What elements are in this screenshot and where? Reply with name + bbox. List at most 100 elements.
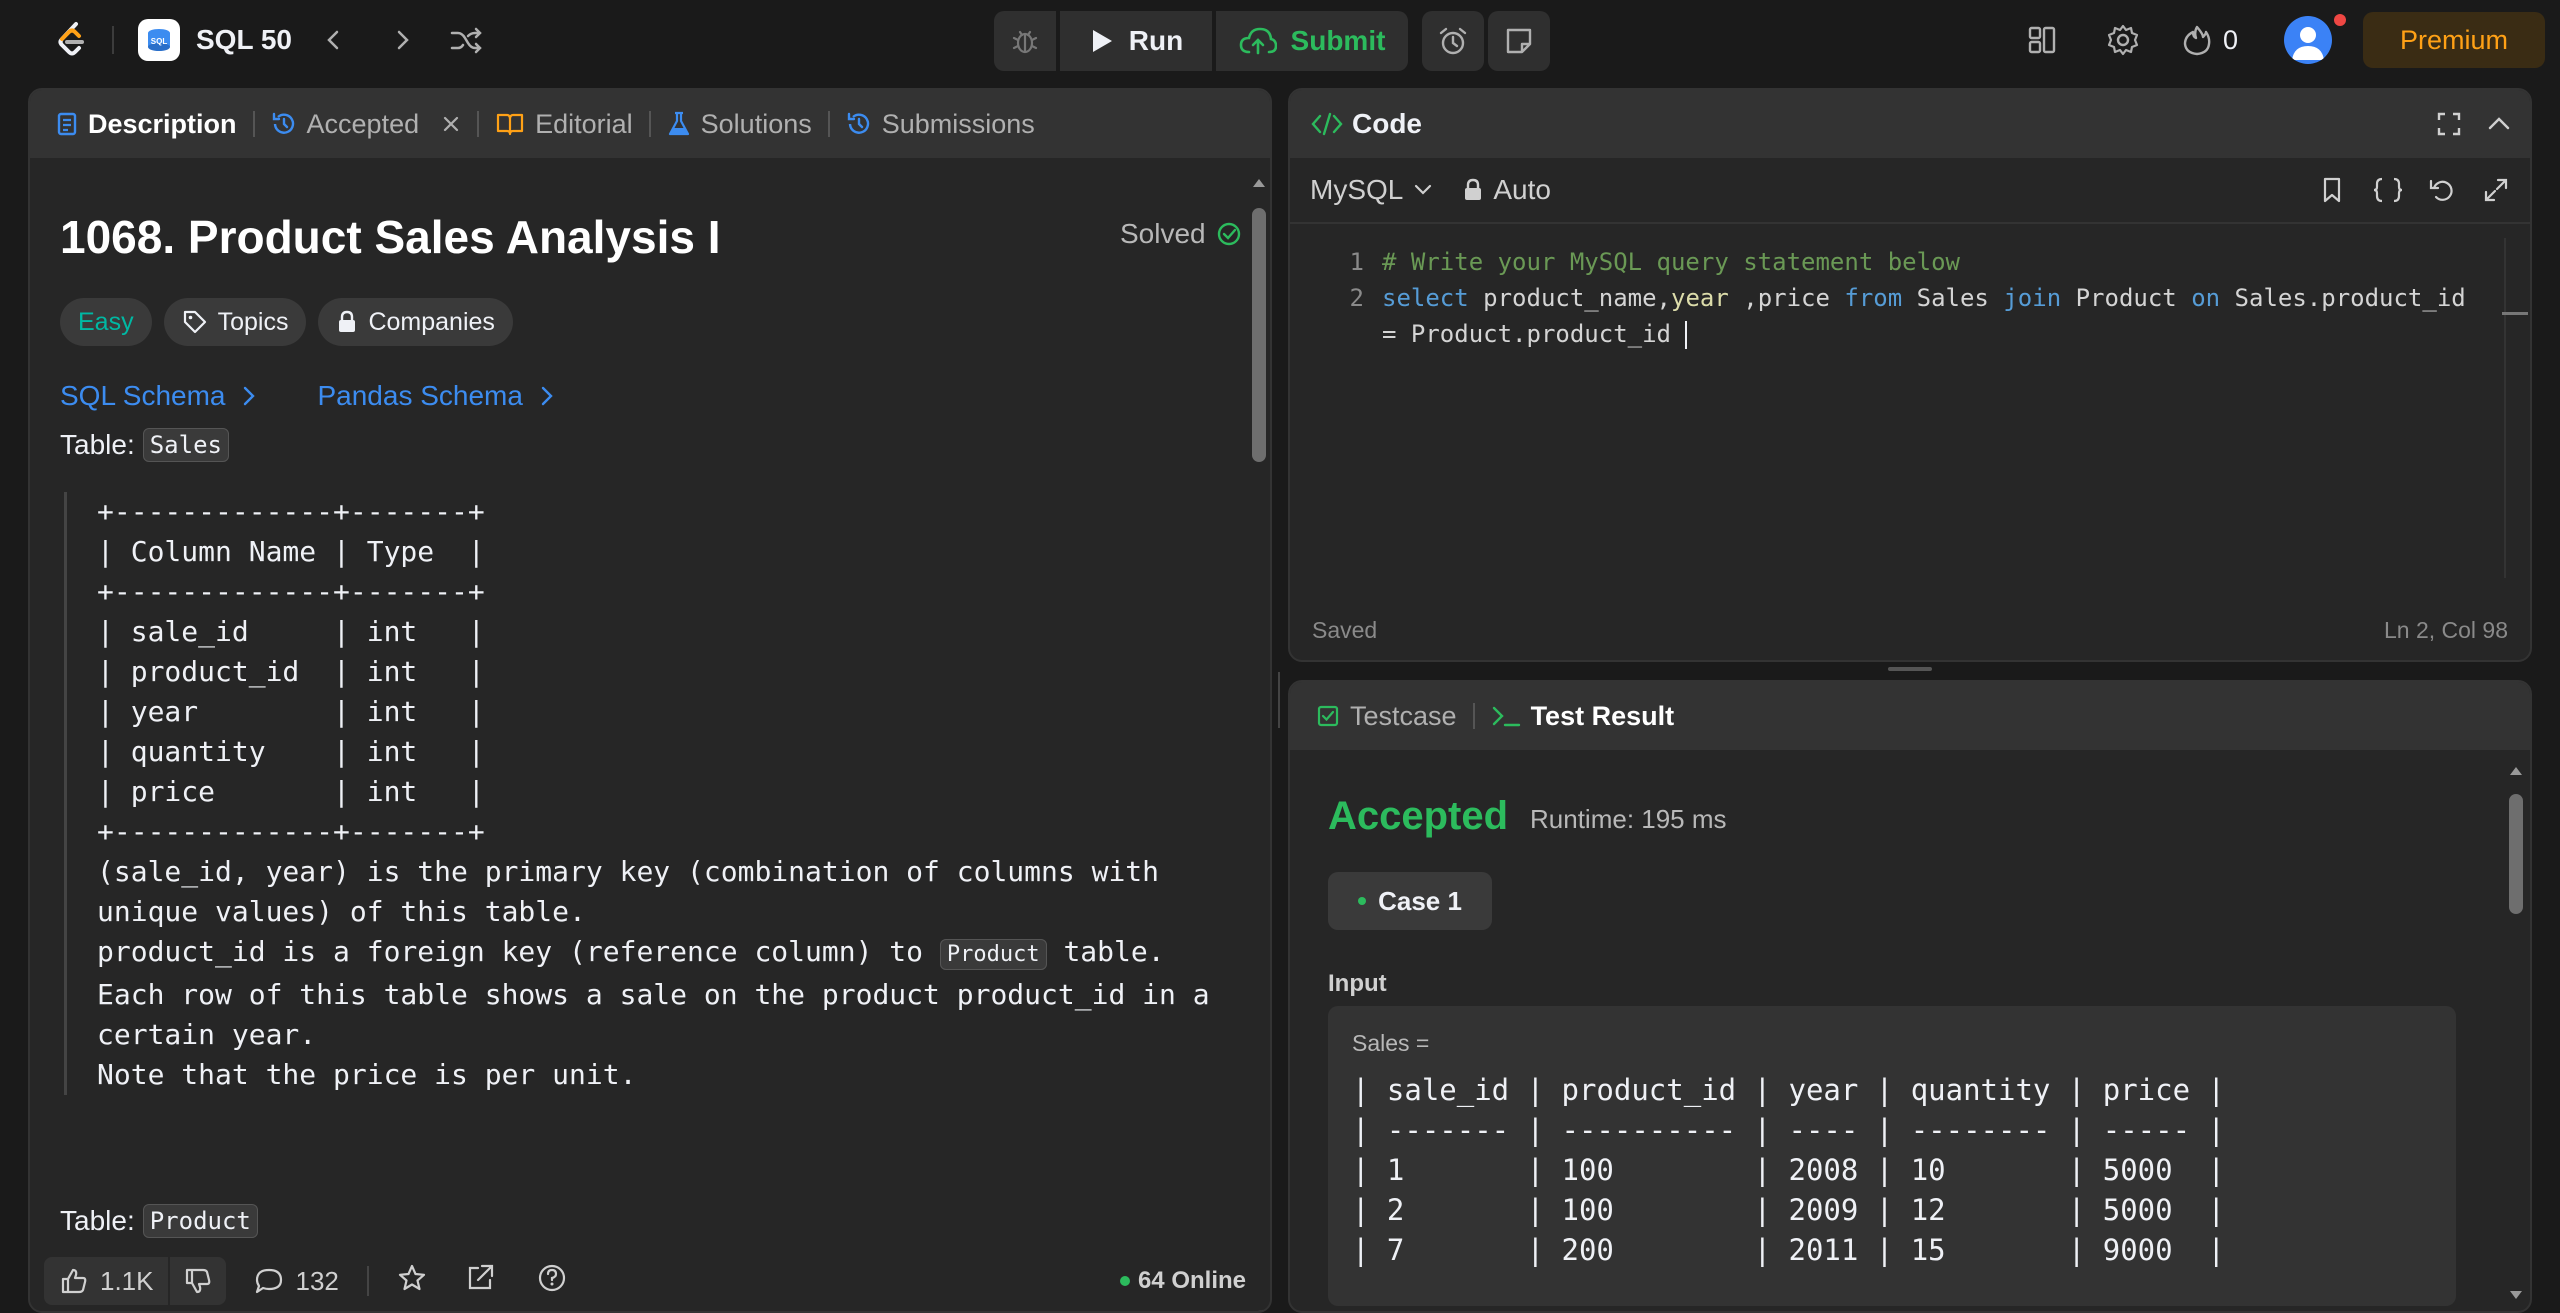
problem-title[interactable]: 1068. Product Sales Analysis I xyxy=(60,210,721,264)
problem-list-link[interactable]: SQL SQL 50 xyxy=(138,18,292,62)
runtime-label: Runtime: 195 ms xyxy=(1530,804,1727,834)
debug-button[interactable] xyxy=(994,11,1056,71)
pandas-schema-link[interactable]: Pandas Schema xyxy=(317,380,554,412)
tab-testcase-label: Testcase xyxy=(1350,700,1457,731)
input-row: | 2 | 100 | 2009 | 12 | 5000 | xyxy=(1352,1193,2225,1227)
schema-line: | quantity | int | xyxy=(97,735,485,768)
problem-tags: Easy Topics Companies xyxy=(60,298,513,346)
companies-button[interactable]: Companies xyxy=(318,298,513,346)
table-prefix: Table: xyxy=(60,1205,135,1236)
table-product-label: Table: Product xyxy=(60,1204,258,1238)
input-box: Sales = | sale_id | product_id | year | … xyxy=(1328,1006,2456,1306)
help-button[interactable] xyxy=(537,1263,567,1300)
vertical-resize-handle[interactable] xyxy=(1278,672,1280,728)
pandas-schema-label: Pandas Schema xyxy=(317,380,523,411)
leetcode-logo-icon[interactable] xyxy=(52,20,92,60)
notes-button[interactable] xyxy=(1488,11,1550,71)
scroll-thumb[interactable] xyxy=(2509,794,2523,914)
tab-accepted[interactable]: Accepted xyxy=(271,90,462,158)
prev-problem-button[interactable] xyxy=(314,20,354,60)
schema-line: | product_id | int | xyxy=(97,655,485,688)
alarm-clock-icon xyxy=(1439,27,1467,55)
random-problem-button[interactable] xyxy=(446,20,486,60)
code-editor[interactable]: 1 # Write your MySQL query statement bel… xyxy=(1290,226,2530,646)
code-panel-title: Code xyxy=(1352,108,1422,139)
code-line-comment: # Write your MySQL query statement below xyxy=(1382,248,1960,276)
note-line: Note that the price is per unit. xyxy=(97,1058,637,1091)
input-heading: Input xyxy=(1328,970,1387,997)
timer-button[interactable] xyxy=(1422,11,1484,71)
code-token: from xyxy=(1844,284,1903,312)
settings-button[interactable] xyxy=(2103,20,2143,60)
schema-line: | year | int | xyxy=(97,695,485,728)
favorite-button[interactable] xyxy=(397,1263,427,1300)
bookmark-icon[interactable] xyxy=(2320,176,2344,204)
premium-button[interactable]: Premium xyxy=(2363,12,2545,68)
code-token: = Product.product_id xyxy=(1382,320,1686,348)
like-button[interactable]: 1.1K xyxy=(44,1266,168,1297)
code-token: on xyxy=(2191,284,2221,312)
topics-button[interactable]: Topics xyxy=(163,298,307,346)
result-scrollbar[interactable] xyxy=(2506,764,2526,1310)
thumbs-up-icon xyxy=(61,1268,87,1294)
schema-line: | price | int | xyxy=(97,775,485,808)
case-1-tab[interactable]: Case 1 xyxy=(1328,872,1492,930)
panel-resize-handle[interactable] xyxy=(1888,667,1932,671)
submit-label: Submit xyxy=(1290,25,1386,56)
description-footer: 1.1K 132 64 Online xyxy=(30,1251,1270,1311)
share-button[interactable] xyxy=(465,1263,495,1300)
collapse-icon[interactable] xyxy=(2486,111,2512,137)
auto-mode-toggle[interactable]: Auto xyxy=(1463,174,1551,206)
scroll-thumb[interactable] xyxy=(1252,208,1266,462)
tab-solutions[interactable]: Solutions xyxy=(667,90,812,158)
streak-counter[interactable]: 0 xyxy=(2183,20,2238,60)
code-line-query: select product_name,year ,price from Sal… xyxy=(1382,280,2466,316)
chevron-right-icon xyxy=(244,386,256,406)
note-line: Each row of this table shows a sale on t… xyxy=(97,978,1210,1011)
chevron-right-icon xyxy=(397,30,409,50)
sql-schema-label: SQL Schema xyxy=(60,380,226,411)
tab-divider xyxy=(477,111,480,137)
description-scrollbar[interactable] xyxy=(1250,176,1268,1311)
format-code-icon[interactable] xyxy=(2372,176,2404,204)
premium-label: Premium xyxy=(2399,24,2508,55)
solved-label: Solved xyxy=(1120,218,1206,249)
tab-submissions[interactable]: Submissions xyxy=(846,90,1035,158)
flask-icon xyxy=(668,111,689,136)
note-line-fk: product_id is a foreign key (reference c… xyxy=(97,932,1254,975)
run-button[interactable]: Run xyxy=(1060,11,1212,71)
layout-button[interactable] xyxy=(2022,20,2062,60)
editor-status-bar: Saved Ln 2, Col 98 xyxy=(1290,600,2530,660)
notification-dot xyxy=(2334,14,2346,26)
tab-description[interactable]: Description xyxy=(56,90,237,158)
next-problem-button[interactable] xyxy=(382,20,422,60)
input-table: | sale_id | product_id | year | quantity… xyxy=(1352,1070,2225,1270)
tab-accepted-label: Accepted xyxy=(306,108,420,139)
avatar[interactable] xyxy=(2284,16,2332,64)
line-number: 2 xyxy=(1349,284,1364,312)
tab-testcase[interactable]: Testcase xyxy=(1316,682,1457,750)
comments-button[interactable]: 132 xyxy=(254,1266,339,1297)
tab-divider xyxy=(1472,703,1475,729)
comment-count: 132 xyxy=(295,1265,339,1296)
tab-test-result[interactable]: Test Result xyxy=(1491,682,1674,750)
problem-list-title: SQL 50 xyxy=(196,24,292,55)
fullscreen-icon[interactable] xyxy=(2436,111,2462,137)
tab-editorial[interactable]: Editorial xyxy=(495,90,633,158)
nav-divider xyxy=(112,26,114,54)
expand-icon[interactable] xyxy=(2482,176,2510,204)
dislike-button[interactable] xyxy=(170,1267,226,1295)
like-count: 1.1K xyxy=(100,1265,154,1296)
table-sales-label: Table: Sales xyxy=(60,428,229,462)
submit-button[interactable]: Submit xyxy=(1216,11,1408,71)
close-tab-icon[interactable] xyxy=(441,114,461,134)
sql-schema-link[interactable]: SQL Schema xyxy=(60,380,257,412)
code-line-wrap: = Product.product_id xyxy=(1382,316,1688,352)
table-name-chip: Sales xyxy=(142,428,229,462)
language-select[interactable]: MySQL xyxy=(1310,174,1433,206)
sql-badge-icon: SQL xyxy=(138,19,180,61)
code-token: join xyxy=(2003,284,2062,312)
test-tabs: Testcase Test Result xyxy=(1290,682,2530,750)
code-token: Sales.product_id xyxy=(2220,284,2466,312)
reset-icon[interactable] xyxy=(2428,176,2456,204)
